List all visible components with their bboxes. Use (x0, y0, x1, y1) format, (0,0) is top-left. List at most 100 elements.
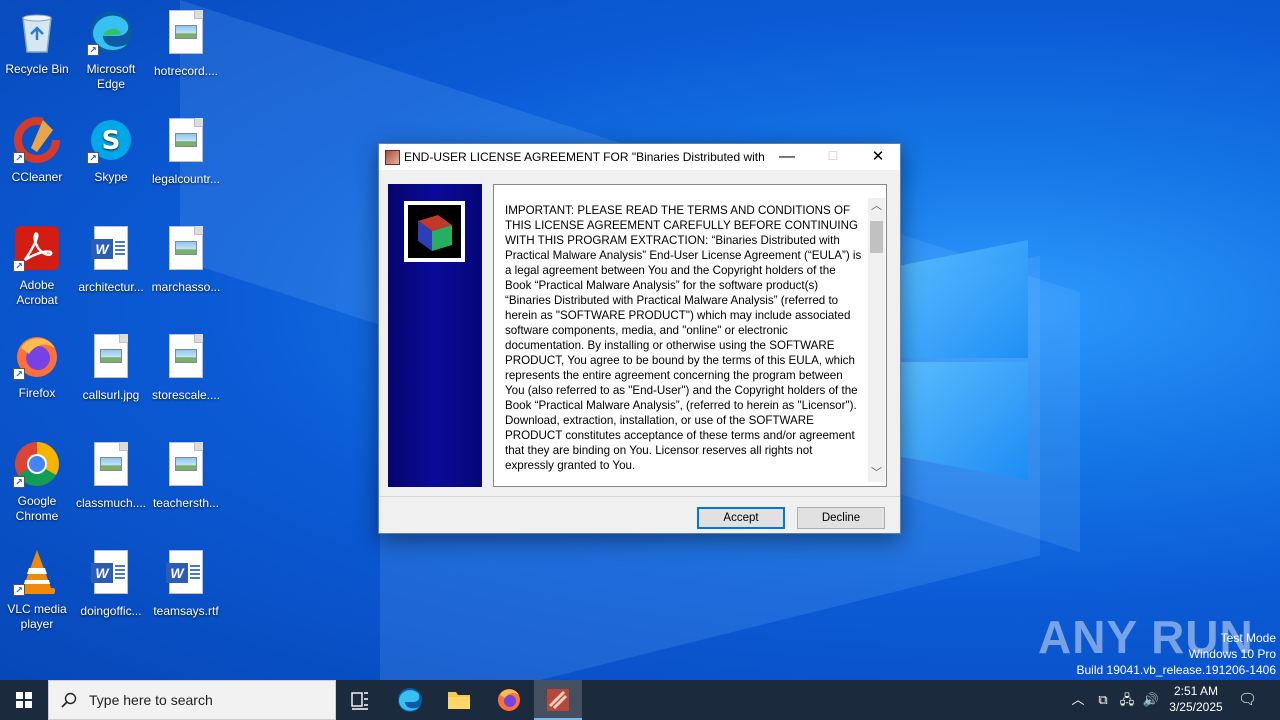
close-button[interactable]: ✕ (855, 144, 901, 170)
image-file-icon (87, 442, 135, 490)
taskbar: Type here to search ︿ ⧉ 🖧 🔊 2:51 AM 3/25… (0, 680, 1280, 720)
image-file-icon (162, 226, 210, 274)
desktop-icon-label: teachersth... (152, 496, 220, 510)
desktop-icon-word-doc[interactable]: W doingoffic... (74, 548, 148, 619)
desktop-icon-image-file[interactable]: legalcountr... (149, 116, 223, 187)
eula-textbox[interactable]: IMPORTANT: PLEASE READ THE TERMS AND CON… (493, 184, 887, 487)
acrobat-icon: ↗ (13, 224, 61, 272)
desktop-icon-label: marchasso... (151, 280, 221, 294)
desktop-icon-skype[interactable]: S ↗ Skype (74, 116, 148, 185)
notification-center-icon[interactable]: 🗨 (1238, 691, 1257, 709)
maximize-button: ☐ (827, 149, 839, 163)
taskbar-file-explorer[interactable] (435, 680, 483, 720)
desktop: Recycle Bin ↗ CCleaner ↗ Adobe Acrobat ↗… (0, 0, 1280, 680)
word-document-icon: W (162, 550, 210, 598)
desktop-icon-image-file[interactable]: marchasso... (149, 224, 223, 295)
shortcut-arrow-icon: ↗ (13, 476, 25, 488)
minimize-button[interactable]: — (764, 144, 810, 170)
desktop-icon-label: hotrecord.... (153, 64, 219, 78)
desktop-icon-image-file[interactable]: classmuch.... (74, 440, 148, 511)
eula-text: IMPORTANT: PLEASE READ THE TERMS AND CON… (505, 204, 862, 472)
image-file-icon (162, 442, 210, 490)
extractor-app-icon (547, 689, 569, 711)
word-document-icon: W (87, 550, 135, 598)
desktop-icon-word-doc[interactable]: W architectur... (74, 224, 148, 295)
scroll-thumb[interactable] (870, 221, 883, 253)
edge-icon (398, 688, 422, 712)
windows-edition-label: Windows 10 Pro (1188, 647, 1276, 661)
desktop-icon-ccleaner[interactable]: ↗ CCleaner (0, 116, 74, 185)
shortcut-arrow-icon: ↗ (13, 260, 25, 272)
desktop-icon-image-file[interactable]: callsurl.jpg (74, 332, 148, 403)
start-button[interactable] (0, 680, 48, 720)
folder-icon (448, 692, 470, 709)
desktop-icon-microsoft-edge[interactable]: ↗ Microsoft Edge (74, 8, 148, 92)
desktop-icon-label: Firefox (18, 386, 56, 400)
edge-icon: ↗ (87, 8, 135, 56)
desktop-icon-label: storescale.... (151, 388, 221, 402)
shortcut-arrow-icon: ↗ (13, 584, 25, 596)
image-file-icon (162, 334, 210, 382)
taskbar-firefox[interactable] (485, 680, 533, 720)
desktop-icon-image-file[interactable]: hotrecord.... (149, 8, 223, 79)
volume-icon[interactable]: 🔊 (1142, 691, 1160, 709)
skype-icon: S ↗ (87, 116, 135, 164)
ccleaner-icon: ↗ (13, 116, 61, 164)
cube-icon (418, 215, 452, 251)
taskbar-edge[interactable] (386, 680, 434, 720)
app-icon (385, 150, 400, 165)
recycle-bin-icon (13, 8, 61, 56)
desktop-icon-rtf-doc[interactable]: W teamsays.rtf (149, 548, 223, 619)
installer-banner (388, 184, 482, 487)
windows-wallpaper-logo (898, 240, 1030, 480)
shortcut-arrow-icon: ↗ (13, 152, 25, 164)
desktop-icon-image-file[interactable]: storescale.... (149, 332, 223, 403)
desktop-icon-adobe-acrobat[interactable]: ↗ Adobe Acrobat (0, 224, 74, 308)
taskbar-clock[interactable]: 2:51 AM 3/25/2025 (1162, 683, 1230, 715)
desktop-icon-label: doingoffic... (80, 604, 142, 618)
scroll-up-icon[interactable]: ︿ (868, 198, 885, 215)
decline-button[interactable]: Decline (797, 507, 885, 529)
scroll-down-icon[interactable]: ﹀ (868, 465, 885, 482)
dialog-titlebar[interactable]: END-USER LICENSE AGREEMENT FOR "Binaries… (379, 144, 900, 170)
eula-dialog: END-USER LICENSE AGREEMENT FOR "Binaries… (378, 143, 901, 534)
desktop-icon-label: Google Chrome (15, 494, 59, 523)
desktop-icon-label: Recycle Bin (5, 62, 69, 76)
clock-time: 2:51 AM (1173, 684, 1219, 698)
desktop-icon-label: Adobe Acrobat (16, 278, 58, 307)
shortcut-arrow-icon: ↗ (87, 44, 99, 56)
desktop-icon-label: CCleaner (11, 170, 63, 184)
image-file-icon (162, 10, 210, 58)
build-label: Build 19041.vb_release.191206-1406 (1076, 663, 1277, 677)
desktop-icon-label: Skype (94, 170, 128, 184)
show-hidden-icons-chevron-icon[interactable]: ︿ (1069, 691, 1087, 709)
taskbar-search-box[interactable]: Type here to search (48, 680, 336, 720)
firefox-icon (498, 689, 520, 711)
desktop-icon-label: teamsays.rtf (153, 604, 219, 618)
installer-logo (404, 201, 465, 262)
shortcut-arrow-icon: ↗ (13, 368, 25, 380)
search-icon (61, 692, 77, 708)
taskbar-extractor-app[interactable] (534, 680, 582, 720)
word-document-icon: W (87, 226, 135, 274)
windows-build-watermark: Test Mode Windows 10 Pro Build 19041.vb_… (1077, 630, 1277, 678)
vertical-scrollbar[interactable]: ︿ ﹀ (868, 198, 885, 482)
accept-button[interactable]: Accept (697, 507, 785, 529)
desktop-icon-image-file[interactable]: teachersth... (149, 440, 223, 511)
meet-now-icon[interactable]: ⧉ (1094, 691, 1112, 709)
firefox-icon: ↗ (13, 332, 61, 380)
desktop-icon-google-chrome[interactable]: ↗ Google Chrome (0, 440, 74, 524)
task-view-icon (351, 692, 368, 710)
image-file-icon (162, 118, 210, 166)
shortcut-arrow-icon: ↗ (87, 152, 99, 164)
desktop-icon-label: VLC media player (7, 602, 67, 631)
desktop-icon-recycle-bin[interactable]: Recycle Bin (0, 8, 74, 77)
task-view-button[interactable] (336, 680, 384, 720)
network-icon[interactable]: 🖧 (1118, 691, 1136, 709)
divider (379, 496, 900, 497)
svg-text:S: S (102, 126, 121, 156)
dialog-title: END-USER LICENSE AGREEMENT FOR "Binaries… (404, 150, 764, 164)
desktop-icon-label: Microsoft Edge (86, 62, 136, 91)
desktop-icon-firefox[interactable]: ↗ Firefox (0, 332, 74, 401)
desktop-icon-vlc[interactable]: ↗ VLC media player (0, 548, 74, 632)
